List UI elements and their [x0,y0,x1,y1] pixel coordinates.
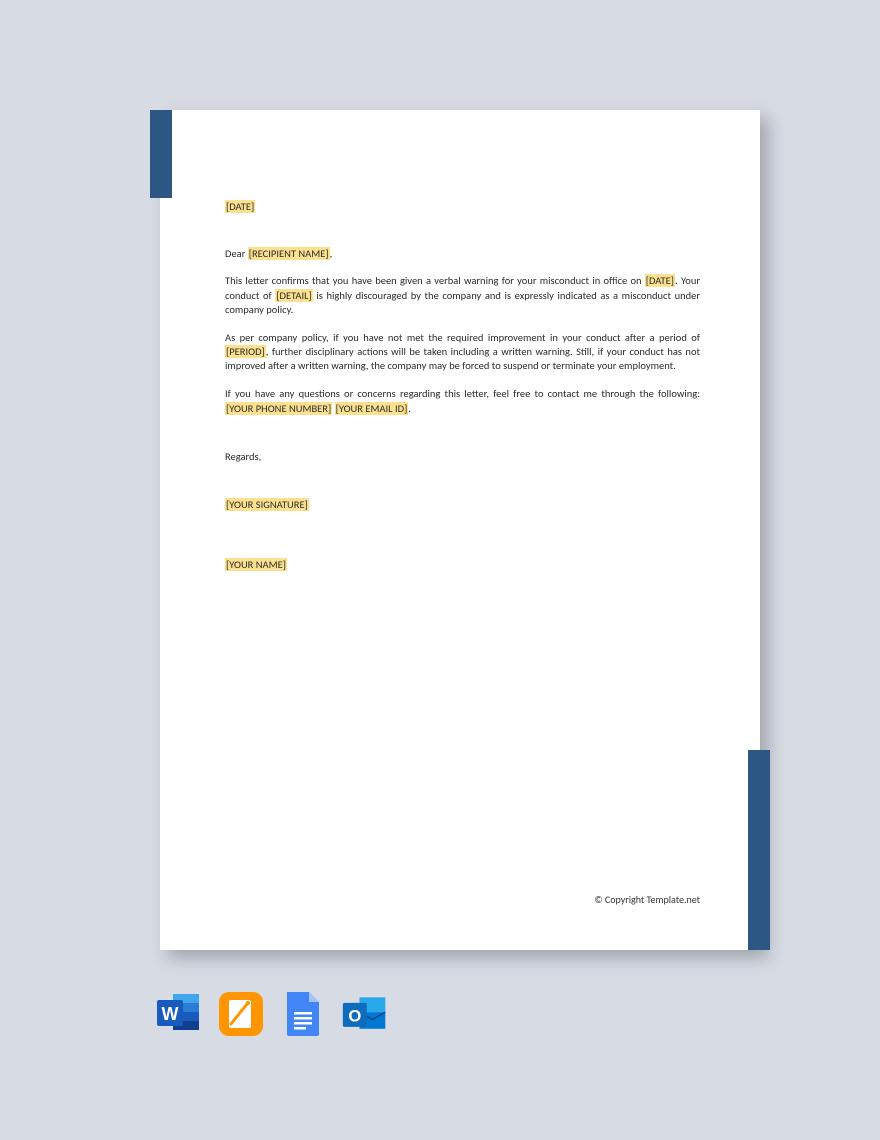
paragraph-2: As per company policy, if you have not m… [225,331,700,374]
p1-date-placeholder: [DATE] [645,274,675,287]
pages-icon[interactable] [217,990,265,1038]
greeting-suffix: , [330,247,333,260]
p1-text-a: This letter confirms that you have been … [225,274,645,287]
recipient-placeholder: [RECIPIENT NAME] [248,247,330,260]
p3-text-a: If you have any questions or concerns re… [225,387,700,400]
accent-bar-bottom [748,750,770,950]
p2-period-placeholder: [PERIOD] [225,345,266,358]
google-docs-icon[interactable] [279,990,327,1038]
p3-text-b: . [408,402,411,415]
svg-text:O: O [348,1006,361,1025]
app-icon-row: W O [155,990,389,1038]
greeting-line: Dear [RECIPIENT NAME], [225,247,700,261]
copyright-text: © Copyright Template.net [594,893,700,906]
letter-content: [DATE] Dear [RECIPIENT NAME], This lette… [225,200,700,902]
svg-text:W: W [162,1004,179,1024]
paragraph-3: If you have any questions or concerns re… [225,387,700,415]
outlook-icon[interactable]: O [341,990,389,1038]
your-name-line: [YOUR NAME] [225,558,700,572]
p3-phone-placeholder: [YOUR PHONE NUMBER] [225,402,332,415]
accent-bar-top [150,110,172,198]
signature-placeholder: [YOUR SIGNATURE] [225,498,309,511]
p3-email-placeholder: [YOUR EMAIL ID] [335,402,409,415]
paragraph-1: This letter confirms that you have been … [225,274,700,317]
signature-line: [YOUR SIGNATURE] [225,498,700,512]
document-page: [DATE] Dear [RECIPIENT NAME], This lette… [160,110,760,950]
greeting-prefix: Dear [225,247,248,260]
date-line: [DATE] [225,200,700,214]
your-name-placeholder: [YOUR NAME] [225,558,287,571]
p2-text-b: , further disciplinary actions will be t… [225,345,700,372]
word-icon[interactable]: W [155,990,203,1038]
p2-text-a: As per company policy, if you have not m… [225,331,700,344]
date-placeholder: [DATE] [225,200,255,213]
regards-line: Regards, [225,450,700,464]
p1-detail-placeholder: [DETAIL] [275,289,312,302]
